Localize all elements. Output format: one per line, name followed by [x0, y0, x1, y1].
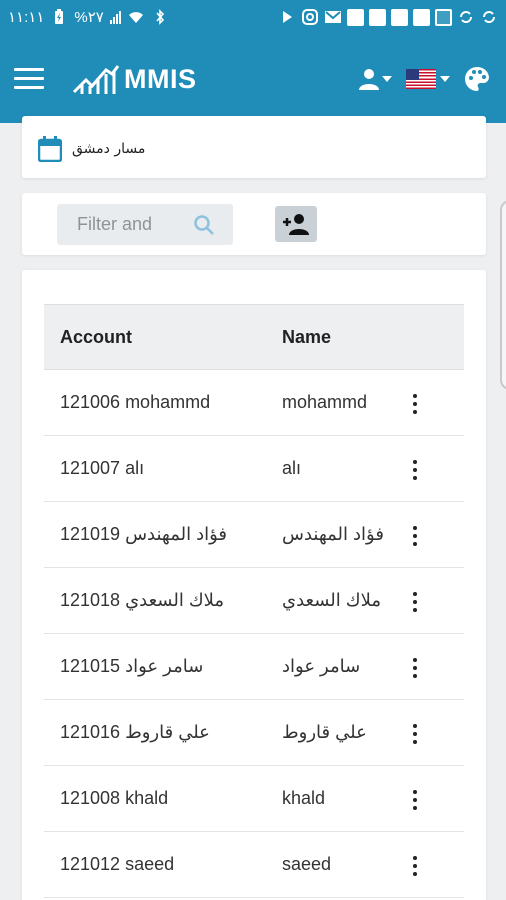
more-options-icon[interactable] — [412, 724, 418, 744]
user-icon — [359, 69, 379, 90]
hamburger-icon[interactable] — [14, 68, 44, 90]
accounts-card: Account Name 121006 mohammd mohammd 1210… — [22, 270, 486, 900]
cell-account: 121007 alı — [60, 458, 145, 478]
more-options-icon[interactable] — [412, 856, 418, 876]
battery-charging-icon — [50, 8, 68, 26]
filter-card — [22, 193, 486, 255]
gmail-icon — [324, 8, 342, 26]
search-icon[interactable] — [193, 214, 215, 236]
bluetooth-icon — [151, 8, 169, 26]
app-icon — [347, 8, 364, 26]
calendar-icon — [38, 136, 62, 162]
more-options-icon[interactable] — [412, 790, 418, 810]
app-icon — [413, 8, 430, 26]
status-right — [278, 8, 498, 26]
table-row[interactable]: 121016 علي قاروط علي قاروط — [44, 700, 464, 766]
cell-name: khald — [282, 788, 326, 808]
route-card: مسار دمشق — [22, 116, 486, 178]
more-options-icon[interactable] — [412, 658, 418, 678]
table-row[interactable]: 121019 فؤاد المهندس فؤاد المهندس — [44, 502, 464, 568]
status-time: ١١:١١ — [8, 9, 45, 26]
more-options-icon[interactable] — [412, 526, 418, 546]
us-flag-icon — [406, 69, 436, 89]
cell-name: سامر عواد — [282, 656, 361, 676]
appbar-actions — [358, 66, 490, 92]
cell-name: alı — [282, 458, 302, 478]
status-left: ١١:١١ %٢٧ — [8, 8, 169, 26]
filter-input[interactable] — [77, 214, 187, 235]
more-options-icon[interactable] — [412, 394, 418, 414]
app-logo[interactable]: MMIS — [72, 62, 197, 96]
route-label: مسار دمشق — [72, 141, 146, 157]
column-header-account[interactable]: Account — [44, 327, 282, 348]
app-bar: MMIS — [0, 34, 506, 123]
more-options-icon[interactable] — [412, 592, 418, 612]
more-options-icon[interactable] — [412, 460, 418, 480]
cell-name: saeed — [282, 854, 332, 874]
chevron-down-icon — [440, 76, 450, 82]
route-row[interactable]: مسار دمشق — [38, 136, 145, 162]
add-user-icon — [283, 214, 309, 235]
cell-account: 121008 khald — [60, 788, 169, 808]
cell-account: 121012 saeed — [60, 854, 175, 874]
sync-icon — [480, 8, 498, 26]
palette-icon[interactable] — [464, 66, 490, 92]
table-header: Account Name — [44, 304, 464, 370]
logo-mark-icon — [72, 65, 120, 94]
table-row[interactable]: 121006 mohammd mohammd — [44, 370, 464, 436]
filter-box — [57, 204, 233, 245]
app-icon — [369, 8, 386, 26]
wifi-icon — [127, 8, 145, 26]
app-icon — [391, 8, 408, 26]
side-drawer-handle[interactable] — [500, 200, 506, 390]
cell-account: 121015 سامر عواد — [60, 656, 204, 676]
app-title: MMIS — [124, 63, 197, 94]
table-row[interactable]: 121018 ملاك السعدي ملاك السعدي — [44, 568, 464, 634]
table-row[interactable]: 121007 alı alı — [44, 436, 464, 502]
play-icon — [278, 8, 296, 26]
status-bar: ١١:١١ %٢٧ — [0, 0, 506, 34]
cell-account: 121018 ملاك السعدي — [60, 590, 225, 610]
cell-name: mohammd — [282, 392, 368, 412]
table-row[interactable]: 121008 khald khald — [44, 766, 464, 832]
table-row[interactable]: 121015 سامر عواد سامر عواد — [44, 634, 464, 700]
user-menu-button[interactable] — [358, 68, 392, 90]
cell-name: علي قاروط — [282, 722, 367, 742]
cell-account: 121006 mohammd — [60, 392, 211, 412]
language-menu-button[interactable] — [406, 69, 450, 89]
accounts-table: Account Name 121006 mohammd mohammd 1210… — [44, 304, 464, 898]
status-battery: %٢٧ — [74, 9, 104, 26]
sync-icon — [457, 8, 475, 26]
cell-account: 121019 فؤاد المهندس — [60, 524, 228, 544]
signal-icon — [109, 10, 121, 24]
column-header-name[interactable]: Name — [282, 327, 464, 348]
chevron-down-icon — [382, 76, 392, 82]
cell-name: فؤاد المهندس — [282, 524, 384, 544]
image-icon — [435, 8, 452, 26]
table-row[interactable]: 121012 saeed saeed — [44, 832, 464, 898]
cell-account: 121016 علي قاروط — [60, 722, 210, 742]
instagram-icon — [301, 8, 319, 26]
add-user-button[interactable] — [275, 206, 317, 242]
cell-name: ملاك السعدي — [282, 590, 381, 610]
